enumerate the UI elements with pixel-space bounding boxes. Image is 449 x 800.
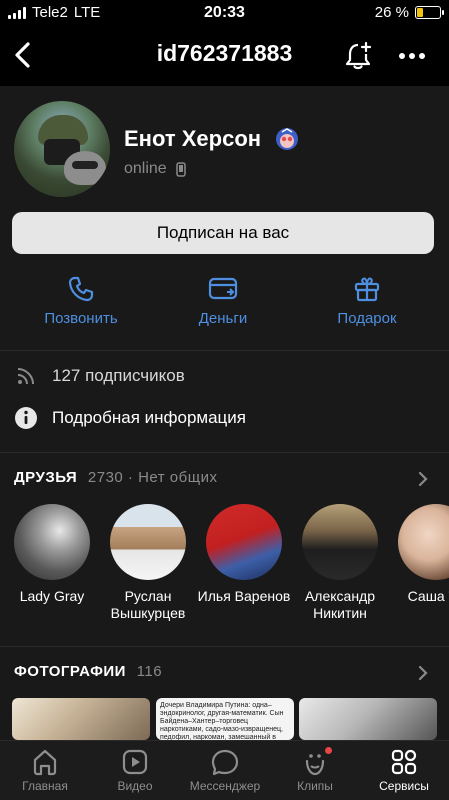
divider: [0, 452, 449, 453]
avatar[interactable]: [14, 101, 110, 197]
details-label: Подробная информация: [52, 408, 246, 427]
friend-avatar: [206, 504, 282, 580]
chevron-right-icon[interactable]: [416, 664, 430, 682]
rss-icon: [17, 368, 34, 385]
info-icon: [15, 407, 37, 429]
friends-count: 2730 · Нет общих: [87, 469, 218, 486]
call-button[interactable]: Позвонить: [16, 274, 146, 327]
profile-name: Енот Херсон: [124, 126, 262, 151]
messenger-icon: [211, 749, 239, 776]
tab-services[interactable]: Сервисы: [359, 747, 449, 793]
top-navbar: id762371883: [0, 26, 449, 86]
friend-card[interactable]: Илья Варенов: [194, 504, 294, 605]
chevron-right-icon[interactable]: [416, 470, 430, 488]
services-icon: [391, 749, 417, 775]
friend-card[interactable]: Александр Никитин: [290, 504, 390, 622]
phone-icon: [68, 276, 94, 302]
tab-home[interactable]: Главная: [0, 747, 90, 793]
photos-section-title[interactable]: ФОТОГРАФИИ 116: [14, 663, 162, 680]
friend-name: Александр Никитин: [304, 588, 376, 621]
bottom-tabbar: Главная Видео Мессенджер Клипы Сервисы: [0, 740, 449, 800]
video-icon: [122, 749, 148, 775]
tab-label: Главная: [22, 779, 68, 793]
friend-avatar: [302, 504, 378, 580]
tab-messenger[interactable]: Мессенджер: [180, 747, 270, 793]
call-label: Позвонить: [44, 310, 118, 327]
photos-strip: Дочери Владимира Путина: одна–эндокринол…: [12, 698, 449, 740]
tab-label: Видео: [117, 779, 153, 793]
tab-clips[interactable]: Клипы: [270, 747, 360, 793]
profile-header: Енот Херсон online: [0, 86, 449, 214]
friends-list: Lady Gray Руслан Вышкурцев Илья Варенов …: [0, 504, 449, 624]
friend-name: Руслан Вышкурцев: [110, 588, 186, 621]
more-icon[interactable]: [396, 42, 428, 70]
photo-thumbnail[interactable]: [299, 698, 437, 740]
followers-count: 127 подписчиков: [52, 366, 185, 385]
tab-label: Мессенджер: [189, 779, 261, 793]
gift-button[interactable]: Подарок: [302, 274, 432, 327]
money-button[interactable]: Деньги: [158, 274, 288, 327]
divider: [0, 350, 449, 351]
friend-avatar: [14, 504, 90, 580]
tab-video[interactable]: Видео: [90, 747, 180, 793]
bell-add-icon[interactable]: [342, 40, 374, 72]
online-status: online: [124, 160, 167, 177]
friend-avatar: [398, 504, 449, 580]
battery-icon: [415, 6, 444, 19]
tab-label: Клипы: [297, 779, 333, 793]
friend-avatar: [110, 504, 186, 580]
photos-count: 116: [136, 663, 163, 680]
mobile-phone-icon: [176, 162, 186, 177]
status-right: 26 %: [374, 4, 444, 21]
emoji-badge-icon[interactable]: [274, 126, 300, 152]
status-bar: Tele2 LTE 20:33 26 %: [0, 0, 449, 26]
photo-thumbnail[interactable]: Дочери Владимира Путина: одна–эндокринол…: [156, 698, 294, 740]
battery-label: 26 %: [374, 4, 409, 21]
divider: [0, 646, 449, 647]
home-icon: [33, 749, 57, 776]
subscribed-button[interactable]: Подписан на вас: [12, 212, 434, 254]
screen: Tele2 LTE 20:33 26 % id762371883 Енот Хе…: [0, 0, 449, 800]
gift-icon: [354, 277, 380, 302]
actions-row: Позвонить Деньги Подарок: [0, 274, 449, 342]
details-row[interactable]: Подробная информация: [14, 406, 434, 430]
gift-label: Подарок: [337, 310, 397, 327]
friend-name: Lady Gray: [19, 588, 85, 604]
friend-card[interactable]: Lady Gray: [2, 504, 102, 605]
friend-name: Илья Варенов: [197, 588, 291, 604]
friend-name: Саша Ти: [407, 588, 449, 604]
friend-card[interactable]: Руслан Вышкурцев: [98, 504, 198, 622]
photo-thumbnail[interactable]: [12, 698, 150, 740]
friends-section-title[interactable]: ДРУЗЬЯ 2730 · Нет общих: [14, 469, 217, 486]
tab-label: Сервисы: [379, 779, 429, 793]
page-title: id762371883: [156, 40, 293, 66]
friends-title: ДРУЗЬЯ: [14, 469, 78, 486]
followers-row[interactable]: 127 подписчиков: [14, 364, 434, 388]
money-label: Деньги: [198, 310, 248, 327]
notification-dot: [325, 747, 332, 754]
photo-caption: Дочери Владимира Путина: одна–эндокринол…: [160, 702, 284, 740]
photos-title: ФОТОГРАФИИ: [14, 663, 126, 680]
money-card-icon: [208, 277, 238, 300]
friend-card[interactable]: Саша Ти: [386, 504, 449, 605]
profile-content: Енот Херсон online Подписан на вас Позво…: [0, 86, 449, 740]
